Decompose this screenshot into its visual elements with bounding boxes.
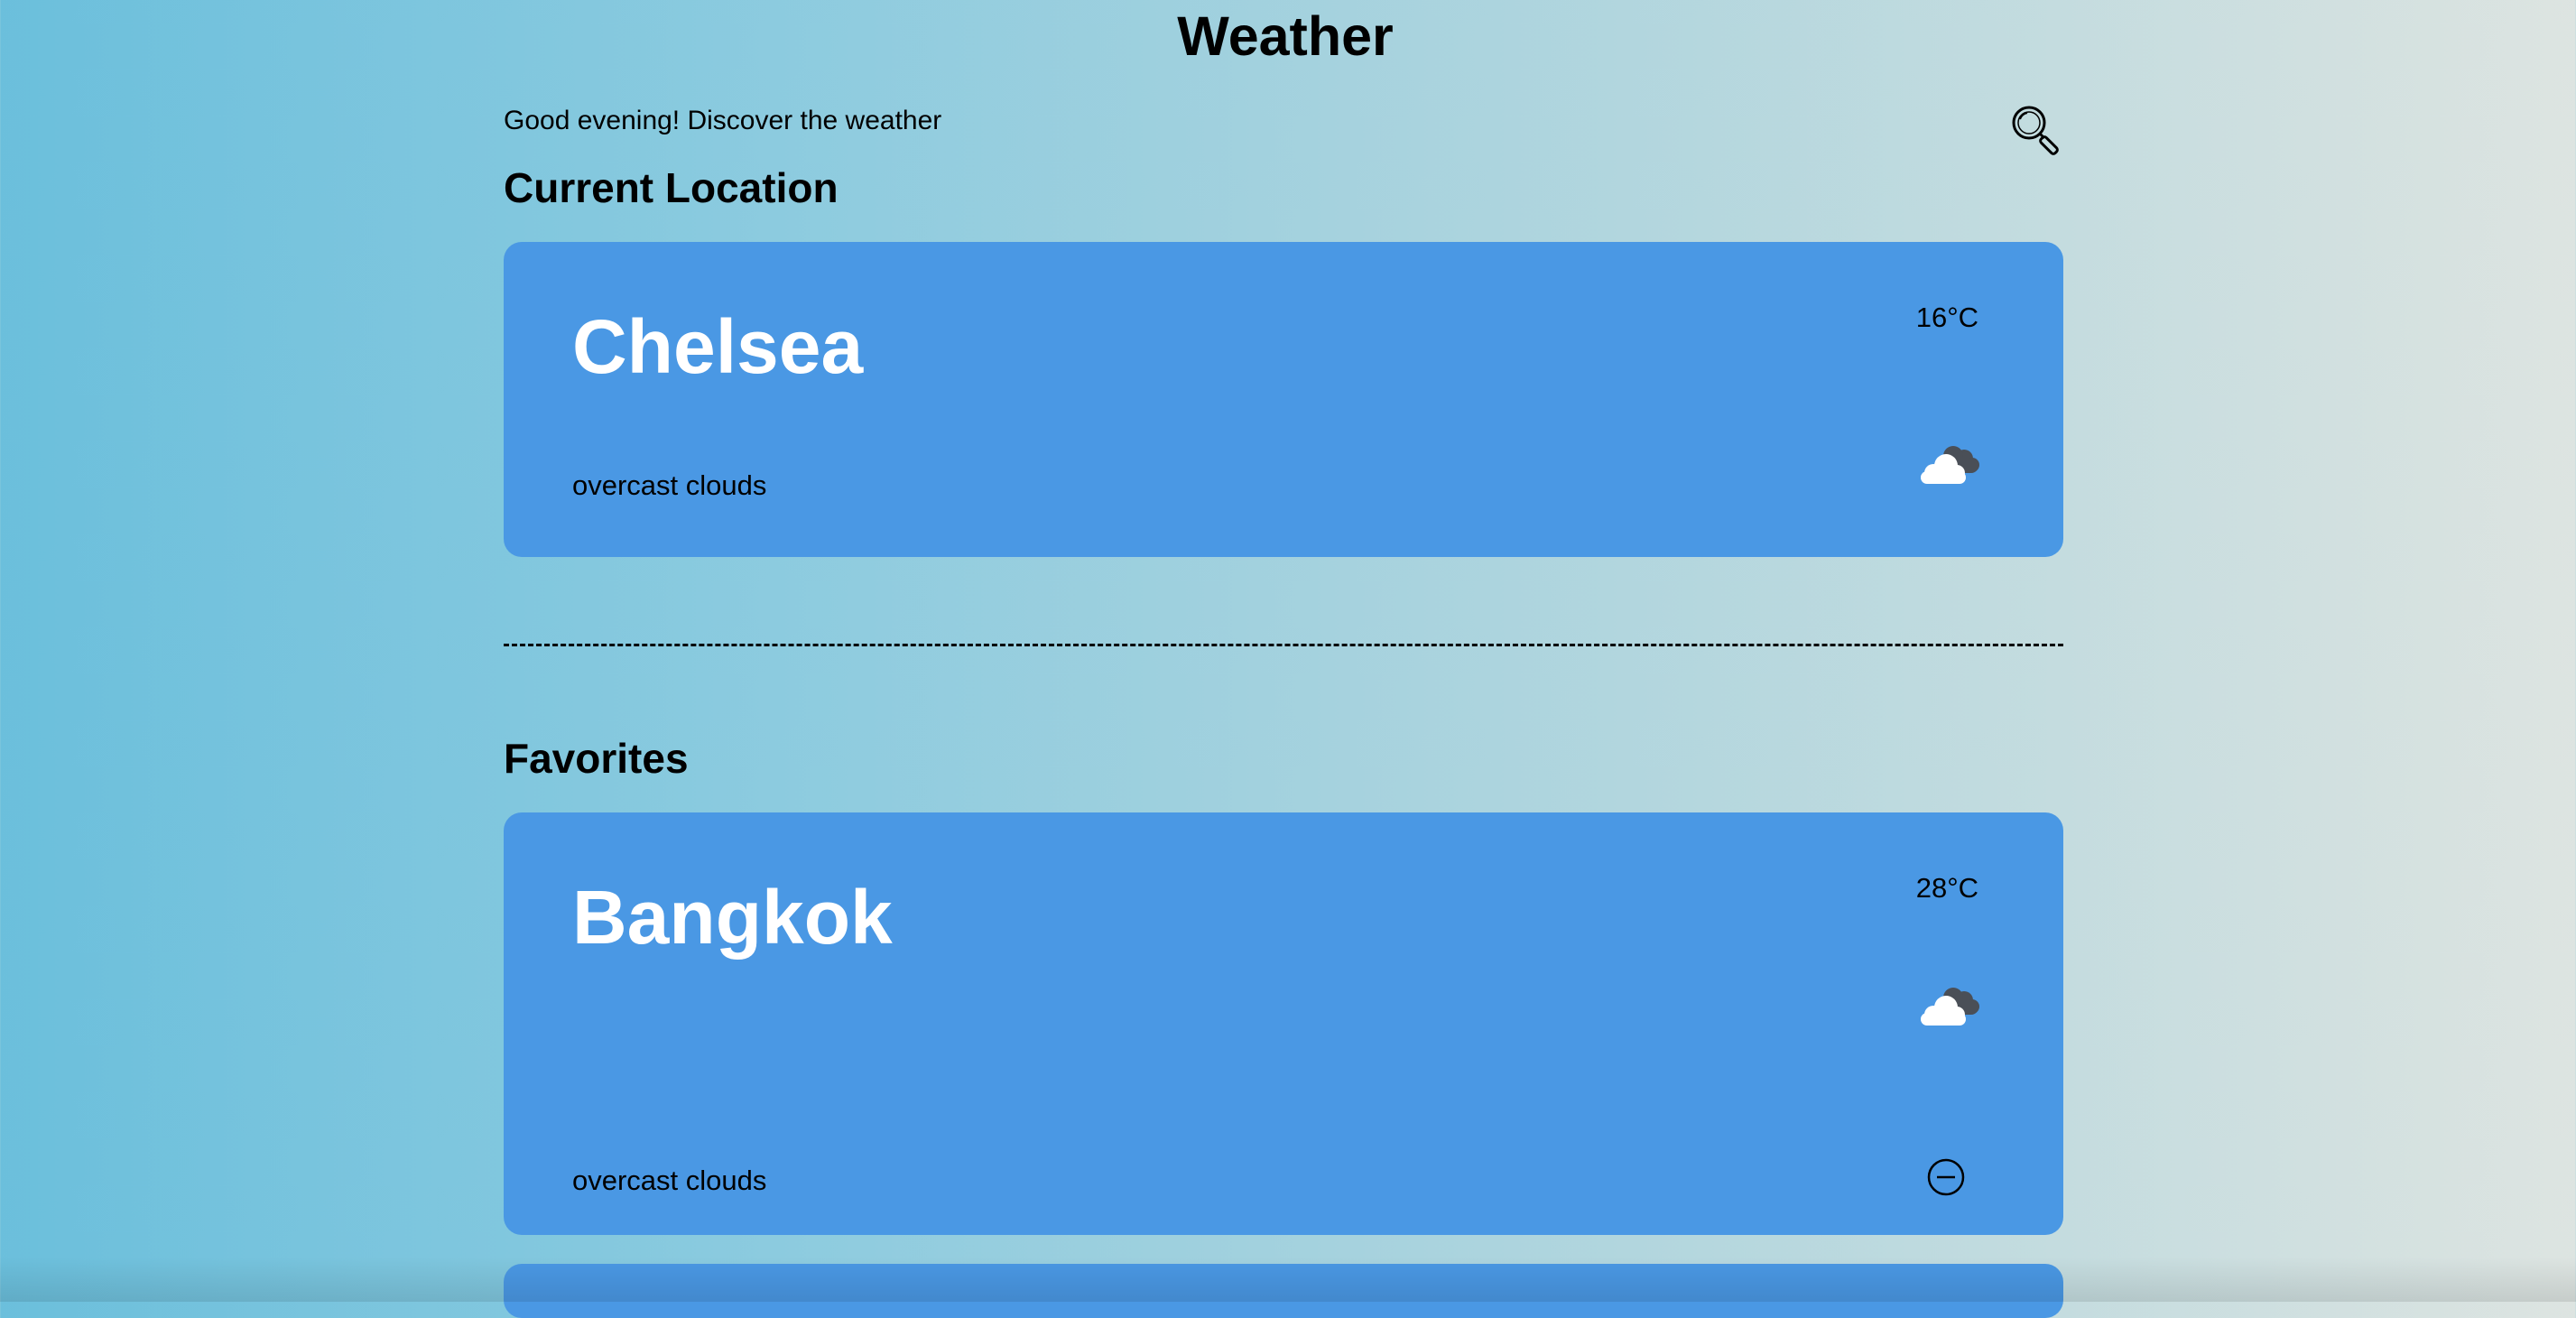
section-divider [504, 644, 2063, 646]
magnifying-glass-icon [2012, 106, 2059, 155]
search-button[interactable] [2007, 101, 2065, 159]
temperature: 16°C [1915, 302, 1978, 333]
favorite-card-partial[interactable] [504, 1264, 2063, 1318]
current-location-heading: Current Location [504, 164, 839, 211]
page-title: Weather [1177, 5, 1394, 67]
greeting-text: Good evening! Discover the weather [504, 106, 942, 135]
weather-description: overcast clouds [572, 1165, 767, 1196]
favorites-heading: Favorites [504, 735, 689, 782]
overcast-clouds-icon [1921, 988, 1979, 1026]
favorite-card[interactable]: Bangkok 28°C overcast clouds [504, 812, 2063, 1235]
remove-favorite-button[interactable] [1926, 1157, 1966, 1197]
city-name: Chelsea [572, 304, 864, 389]
minus-circle-icon [1927, 1158, 1965, 1196]
overcast-clouds-icon [1921, 446, 1979, 484]
current-location-card[interactable]: Chelsea 16°C overcast clouds [504, 242, 2063, 557]
temperature: 28°C [1915, 872, 1978, 904]
city-name: Bangkok [572, 875, 893, 960]
weather-description: overcast clouds [572, 469, 767, 501]
